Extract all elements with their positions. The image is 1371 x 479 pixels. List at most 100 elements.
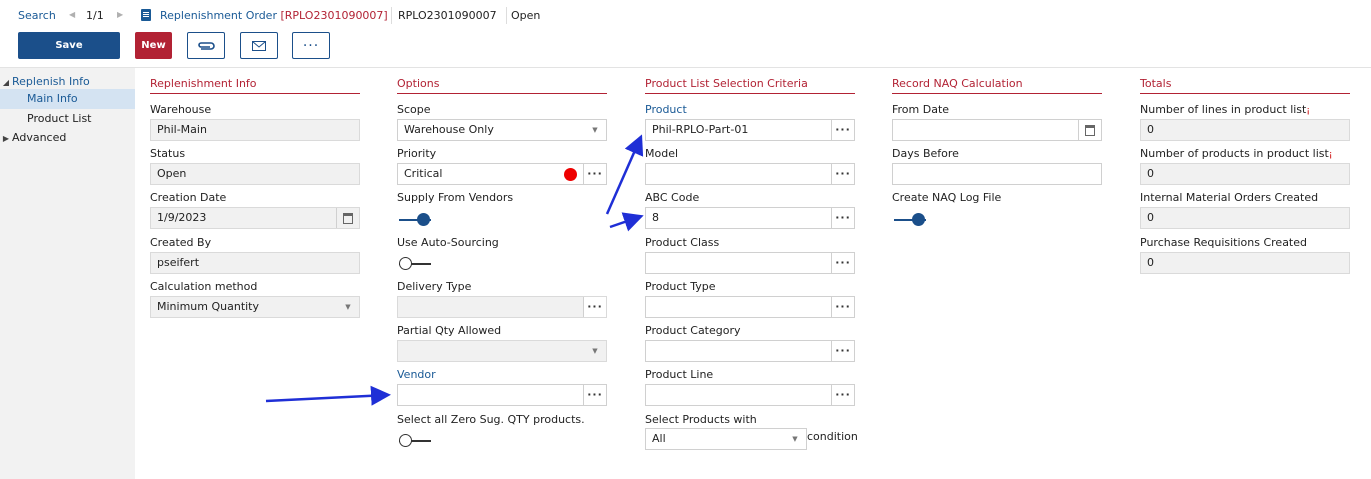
calendar-icon[interactable] [336,208,359,228]
vendor-link[interactable]: Vendor [397,368,436,381]
product-type-lookup-button[interactable]: ··· [831,297,854,317]
lines-count-label: Number of lines in product list¡ [1140,103,1310,116]
priority-lookup-button[interactable]: ··· [583,164,606,184]
chevron-down-icon: ▼ [345,303,351,311]
partial-qty-select[interactable]: ▼ [397,340,607,362]
section-title-options: Options [397,77,440,90]
product-link[interactable]: Product [645,103,687,116]
next-record-icon[interactable]: ▶ [117,10,123,19]
more-actions-button[interactable]: ··· [292,32,330,59]
abc-code-field[interactable]: 8 ··· [645,207,855,229]
product-type-label: Product Type [645,280,716,293]
new-button[interactable]: New [135,32,172,59]
save-button[interactable]: Save [18,32,120,59]
record-id-bracket: [RPLO2301090007] [280,9,388,22]
vendor-field[interactable]: ··· [397,384,607,406]
zero-sug-qty-toggle[interactable] [397,434,433,448]
supply-from-vendors-label: Supply From Vendors [397,191,514,204]
condition-label: condition [807,430,858,443]
sidebar-item-main-info[interactable]: Main Info [0,89,135,109]
vendor-lookup-button[interactable]: ··· [583,385,606,405]
warehouse-field: Phil-Main [150,119,360,141]
created-by-label: Created By [150,236,212,249]
product-line-lookup-button[interactable]: ··· [831,385,854,405]
status-label: Status [150,147,186,160]
attach-button[interactable] [187,32,225,59]
sidebar: ◢ Replenish Info Main Info Product List ▶… [0,68,135,479]
calculation-method-label: Calculation method [150,280,258,293]
header-divider [506,7,507,24]
abc-code-lookup-button[interactable]: ··· [831,208,854,228]
priority-field[interactable]: Critical ··· [397,163,607,185]
product-field[interactable]: Phil-RPLO-Part-01 ··· [645,119,855,141]
section-title-criteria: Product List Selection Criteria [645,77,808,90]
toolbar-divider [0,67,1371,68]
select-products-with-label: Select Products with [645,413,757,426]
calendar-icon[interactable] [1078,120,1101,140]
model-lookup-button[interactable]: ··· [831,164,854,184]
product-line-label: Product Line [645,368,714,381]
delivery-type-lookup-button[interactable]: ··· [583,297,606,317]
product-category-label: Product Category [645,324,741,337]
use-auto-sourcing-toggle[interactable] [397,257,433,271]
delivery-type-label: Delivery Type [397,280,472,293]
use-auto-sourcing-label: Use Auto-Sourcing [397,236,499,249]
section-rule [645,93,855,94]
model-label: Model [645,147,679,160]
product-class-label: Product Class [645,236,720,249]
pr-created-field: 0 [1140,252,1350,274]
delivery-type-field: ··· [397,296,607,318]
section-title-replenishment-info: Replenishment Info [150,77,257,90]
product-type-field[interactable]: ··· [645,296,855,318]
imo-created-field: 0 [1140,207,1350,229]
supply-from-vendors-toggle[interactable] [397,213,433,227]
products-count-label: Number of products in product list¡ [1140,147,1333,160]
section-rule [1140,93,1350,94]
header-divider [391,7,392,24]
email-button[interactable] [240,32,278,59]
previous-record-icon[interactable]: ◀ [69,10,75,19]
envelope-icon [252,40,266,51]
from-date-label: From Date [892,103,950,116]
priority-indicator-icon [564,168,577,181]
annotation-arrow-product [605,134,644,215]
zero-sug-qty-label: Select all Zero Sug. QTY products. [397,413,585,426]
create-naq-log-toggle[interactable] [892,213,928,227]
product-category-lookup-button[interactable]: ··· [831,341,854,361]
annotation-arrow-abc-code [609,212,644,232]
products-count-field: 0 [1140,163,1350,185]
days-before-label: Days Before [892,147,959,160]
abc-code-label: ABC Code [645,191,700,204]
pr-created-label: Purchase Requisitions Created [1140,236,1307,249]
chevron-down-icon: ▼ [592,126,598,134]
from-date-field[interactable] [892,119,1102,141]
chevron-down-icon: ▼ [792,435,798,443]
sidebar-item-advanced[interactable]: ▶ Advanced [0,128,135,148]
collapsed-triangle-icon: ▶ [2,134,10,143]
product-line-field[interactable]: ··· [645,384,855,406]
section-rule [892,93,1102,94]
product-class-field[interactable]: ··· [645,252,855,274]
imo-created-label: Internal Material Orders Created [1140,191,1319,204]
days-before-field[interactable] [892,163,1102,185]
select-products-with-select[interactable]: All ▼ [645,428,807,450]
section-title-naq: Record NAQ Calculation [892,77,1023,90]
scope-select[interactable]: Warehouse Only ▼ [397,119,607,141]
product-lookup-button[interactable]: ··· [831,120,854,140]
record-title: Replenishment Order [RPLO2301090007] [160,9,388,22]
creation-date-label: Creation Date [150,191,227,204]
calculation-method-select[interactable]: Minimum Quantity ▼ [150,296,360,318]
info-icon: ¡ [1306,106,1310,116]
model-field[interactable]: ··· [645,163,855,185]
search-link[interactable]: Search [18,9,56,22]
product-class-lookup-button[interactable]: ··· [831,253,854,273]
scope-label: Scope [397,103,431,116]
paperclip-icon [198,41,215,50]
created-by-field: pseifert [150,252,360,274]
sidebar-item-product-list[interactable]: Product List [0,109,135,129]
warehouse-label: Warehouse [150,103,212,116]
creation-date-field: 1/9/2023 [150,207,360,229]
info-icon: ¡ [1328,150,1333,160]
lines-count-field: 0 [1140,119,1350,141]
product-category-field[interactable]: ··· [645,340,855,362]
